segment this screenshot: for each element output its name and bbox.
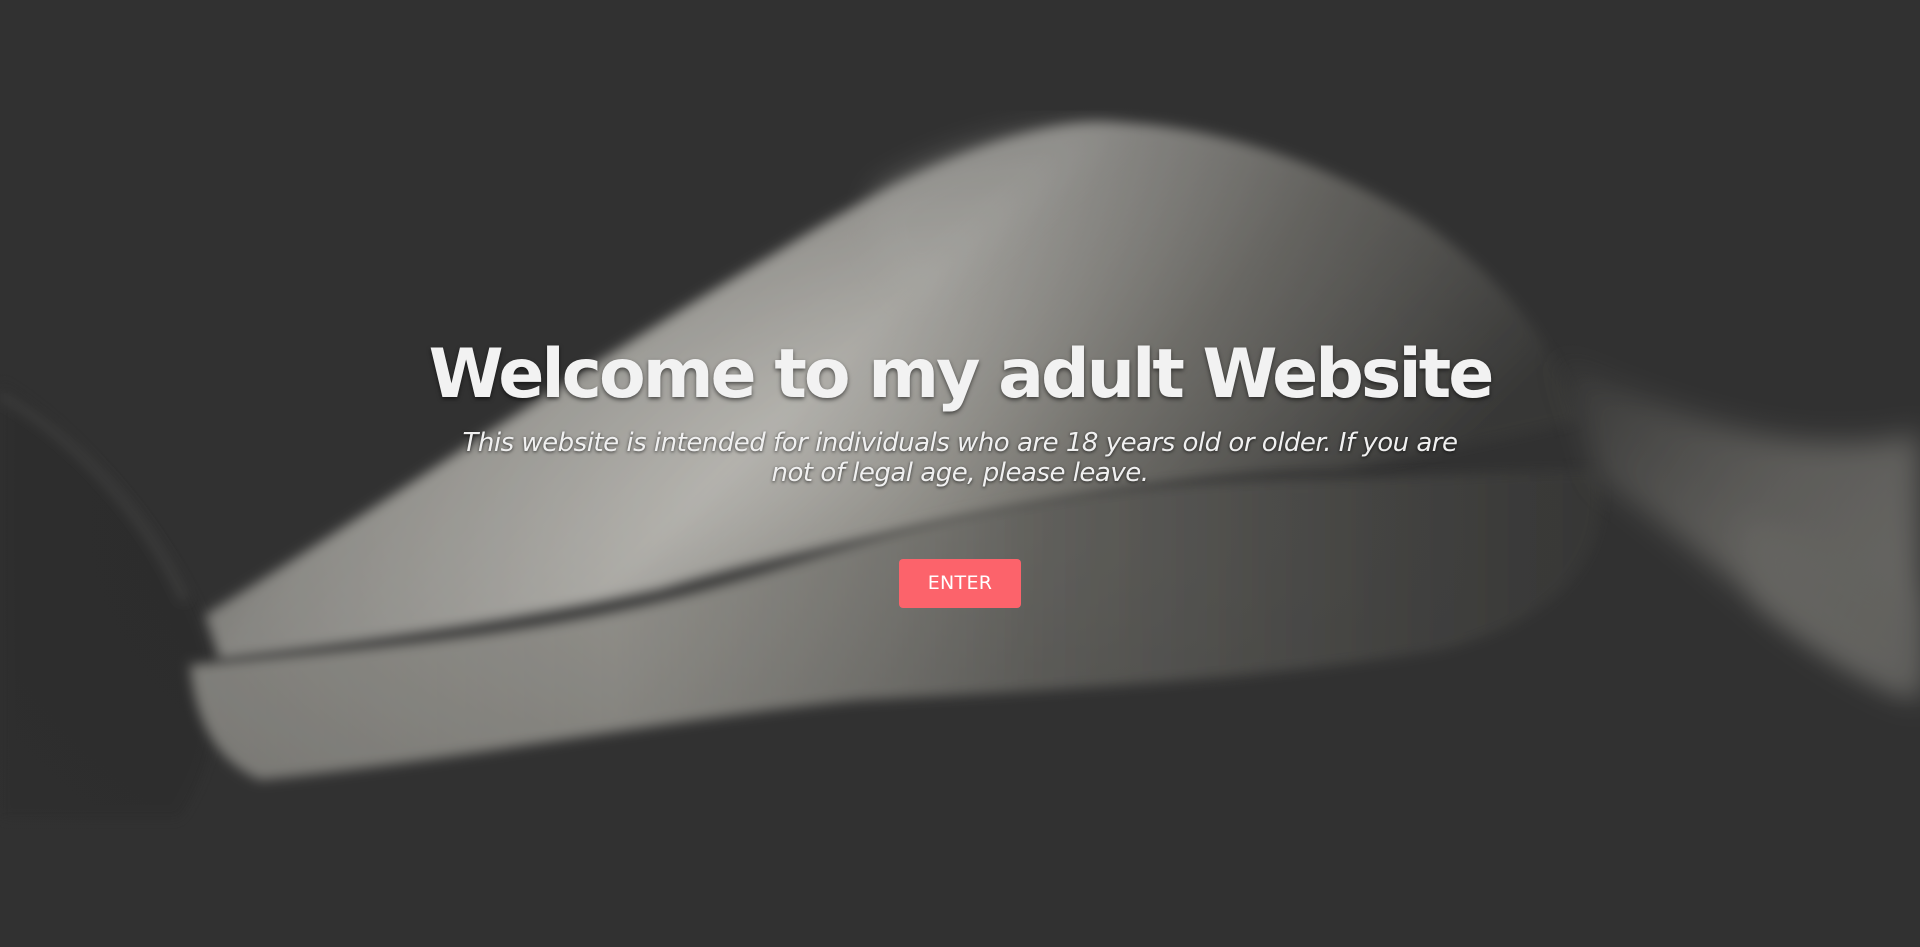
age-gate-page: Welcome to my adult Website This website… — [0, 0, 1920, 947]
enter-button[interactable]: ENTER — [899, 559, 1021, 608]
page-title: Welcome to my adult Website — [428, 335, 1495, 414]
hero-content: Welcome to my adult Website This website… — [0, 0, 1920, 947]
age-warning-text: This website is intended for individuals… — [462, 428, 1459, 488]
